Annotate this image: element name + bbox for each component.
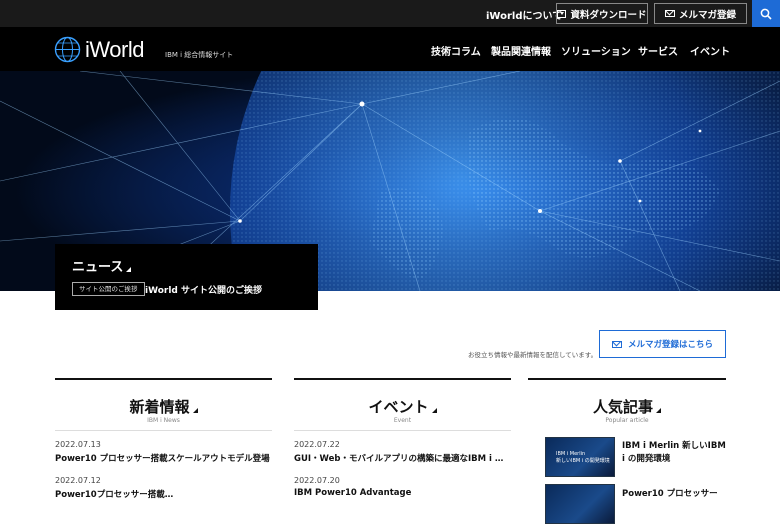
arrow-icon (192, 408, 198, 413)
logo-text: iWorld (85, 36, 144, 62)
article-title[interactable]: IBM i Merlin 新しいIBM i の開発環境 (622, 440, 726, 466)
nav-events[interactable]: イベント (690, 43, 730, 58)
new-info-heading[interactable]: 新着情報 IBM i News (55, 396, 272, 424)
about-link[interactable]: iWorldについて (486, 7, 562, 22)
list-item[interactable]: 2022.07.22 GUI・Web・モバイルアプリの構築に最適なIBM i … (294, 440, 511, 464)
popular-heading[interactable]: 人気記事 Popular article (528, 396, 726, 424)
arrow-icon (656, 408, 661, 413)
search-icon (760, 8, 772, 20)
nav-solutions[interactable]: ソリューション (561, 43, 631, 58)
nav-tech-column[interactable]: 技術コラム (431, 43, 481, 58)
divider (55, 430, 272, 431)
new-info-subtitle: IBM i News (147, 417, 180, 424)
item-title: Power10 プロセッサー搭載スケールアウトモデル登場 (55, 454, 270, 464)
item-date: 2022.07.22 (294, 440, 340, 449)
item-date: 2022.07.13 (55, 440, 101, 449)
globe-logo-icon (54, 36, 81, 63)
mailmag-note: お役立ち情報や最新情報を配信しています。 (468, 351, 598, 359)
mailmag-register-button[interactable]: メルマガ登録はこちら (599, 330, 726, 358)
item-title: IBM Power10 Advantage (294, 488, 412, 498)
arrow-icon (431, 408, 437, 413)
article-title[interactable]: Power10 プロセッサー (622, 488, 718, 501)
news-tag: サイト公開のご挨拶 (72, 282, 145, 296)
new-info-title: 新着情報 (129, 398, 190, 416)
item-date: 2022.07.12 (55, 476, 101, 485)
popular-column: 人気記事 Popular article IBM i Merlin 新しいIBM… (528, 378, 726, 524)
search-button[interactable] (752, 0, 780, 27)
mail-icon (664, 10, 675, 17)
mailmag-button[interactable]: メルマガ登録 (654, 3, 747, 24)
nav-services[interactable]: サービス (638, 43, 678, 58)
nav-product-info[interactable]: 製品関連情報 (491, 43, 551, 58)
logo-tagline: IBM i 総合情報サイト (165, 51, 234, 59)
mailmag-label: メルマガ登録 (678, 9, 736, 21)
item-title: GUI・Web・モバイルアプリの構築に最適なIBM i … (294, 454, 504, 464)
article-thumbnail[interactable] (545, 484, 615, 524)
thumbnail-caption: IBM i Merlin 新しいIBM i の開発環境 (556, 451, 610, 464)
news-headline[interactable]: iWorld サイト公開のご挨拶 (145, 283, 262, 296)
divider (294, 430, 511, 431)
download-icon (557, 9, 567, 18)
arrow-icon (126, 267, 132, 272)
event-heading[interactable]: イベント Event (294, 396, 511, 424)
popular-title: 人気記事 (592, 398, 653, 416)
popular-subtitle: Popular article (605, 417, 649, 424)
download-label: 資料ダウンロード (570, 9, 647, 21)
list-item[interactable]: 2022.07.13 Power10 プロセッサー搭載スケールアウトモデル登場 (55, 440, 272, 464)
event-title: イベント (368, 398, 429, 416)
list-item[interactable]: 2022.07.12 Power10プロセッサー搭載… (55, 476, 272, 500)
new-info-column: 新着情報 IBM i News 2022.07.13 Power10 プロセッサ… (55, 378, 272, 500)
event-subtitle: Event (393, 417, 412, 424)
news-card[interactable]: ニュース サイト公開のご挨拶 iWorld サイト公開のご挨拶 (55, 244, 318, 310)
list-item[interactable]: 2022.07.20 IBM Power10 Advantage (294, 476, 511, 498)
item-title: Power10プロセッサー搭載… (55, 490, 174, 500)
utility-bar: iWorldについて 資料ダウンロード メルマガ登録 (0, 0, 780, 27)
item-date: 2022.07.20 (294, 476, 340, 485)
article-thumbnail[interactable]: IBM i Merlin 新しいIBM i の開発環境 (545, 437, 615, 477)
mailmag-register-label: メルマガ登録はこちら (627, 340, 713, 350)
mail-icon (611, 340, 622, 348)
site-logo[interactable]: iWorld (54, 36, 144, 63)
news-title: ニュース (72, 256, 132, 275)
event-column: イベント Event 2022.07.22 GUI・Web・モバイルアプリの構築… (294, 378, 511, 500)
download-button[interactable]: 資料ダウンロード (556, 3, 648, 24)
